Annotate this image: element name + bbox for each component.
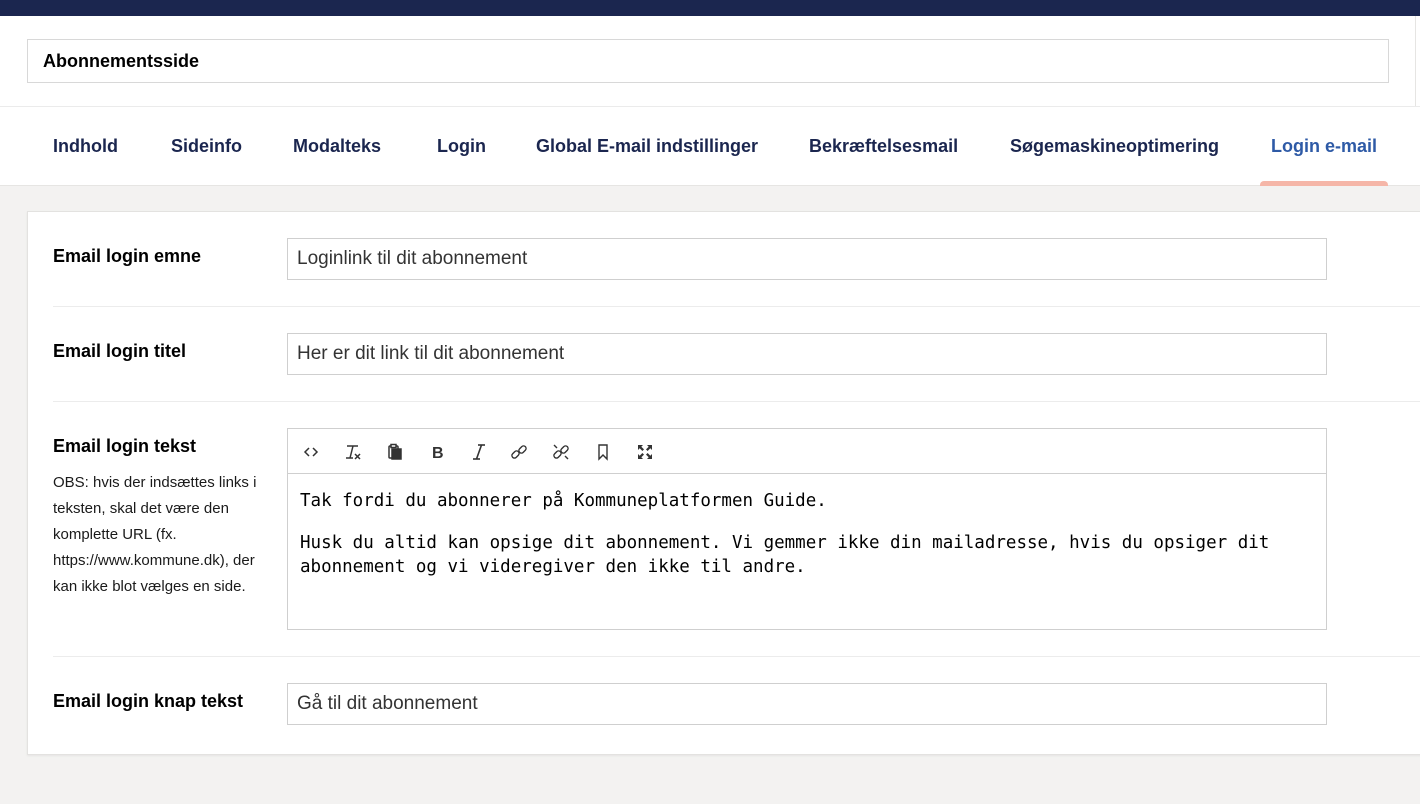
tab-global-email-settings[interactable]: Global E-mail indstillinger xyxy=(536,107,758,185)
tab-login-email[interactable]: Login e-mail xyxy=(1271,107,1377,185)
row-divider xyxy=(53,656,1420,657)
row-divider xyxy=(53,306,1420,307)
tab-indhold[interactable]: Indhold xyxy=(53,107,118,185)
header-divider xyxy=(1415,16,1416,106)
fullscreen-icon[interactable] xyxy=(633,440,657,464)
bookmark-icon[interactable] xyxy=(591,440,615,464)
editor-toolbar: B xyxy=(288,429,1326,474)
tab-login[interactable]: Login xyxy=(437,107,486,185)
tab-seo[interactable]: Søgemaskineoptimering xyxy=(1010,107,1219,185)
active-tab-indicator xyxy=(1260,181,1388,186)
rich-text-editor[interactable]: B Tak fordi du abonnerer på Kommuneplatf… xyxy=(287,428,1327,630)
email-text-description: OBS: hvis der indsættes links i teksten,… xyxy=(53,474,257,595)
email-button-text-label: Email login knap tekst xyxy=(53,691,244,711)
email-title-label: Email login titel xyxy=(53,341,187,361)
page-name-input[interactable]: Abonnementsside xyxy=(27,39,1389,83)
top-navigation-bar xyxy=(0,0,1420,16)
row-divider xyxy=(53,401,1420,402)
tab-confirmation-mail[interactable]: Bekræftelsesmail xyxy=(809,107,958,185)
paste-icon[interactable] xyxy=(383,440,407,464)
email-title-input[interactable]: Her er dit link til dit abonnement xyxy=(287,333,1327,375)
email-button-text-input[interactable]: Gå til dit abonnement xyxy=(287,683,1327,725)
email-subject-input[interactable]: Loginlink til dit abonnement xyxy=(287,238,1327,280)
tab-modalteks[interactable]: Modalteks xyxy=(293,107,381,185)
email-subject-label: Email login emne xyxy=(53,246,202,266)
italic-icon[interactable] xyxy=(467,440,491,464)
unlink-icon[interactable] xyxy=(549,440,573,464)
editor-paragraph: Husk du altid kan opsige dit abonnement.… xyxy=(300,533,1270,577)
source-code-icon[interactable] xyxy=(299,440,323,464)
tab-sideinfo[interactable]: Sideinfo xyxy=(171,107,242,185)
editor-content[interactable]: Tak fordi du abonnerer på Kommuneplatfor… xyxy=(300,489,1310,597)
link-icon[interactable] xyxy=(507,440,531,464)
email-text-label: Email login tekst xyxy=(53,436,197,456)
svg-text:B: B xyxy=(432,445,444,461)
bold-icon[interactable]: B xyxy=(425,440,449,464)
editor-paragraph: Tak fordi du abonnerer på Kommuneplatfor… xyxy=(300,491,827,511)
tab-bar: Indhold Sideinfo Modalteks Login Global … xyxy=(0,107,1420,185)
clear-formatting-icon[interactable] xyxy=(341,440,365,464)
